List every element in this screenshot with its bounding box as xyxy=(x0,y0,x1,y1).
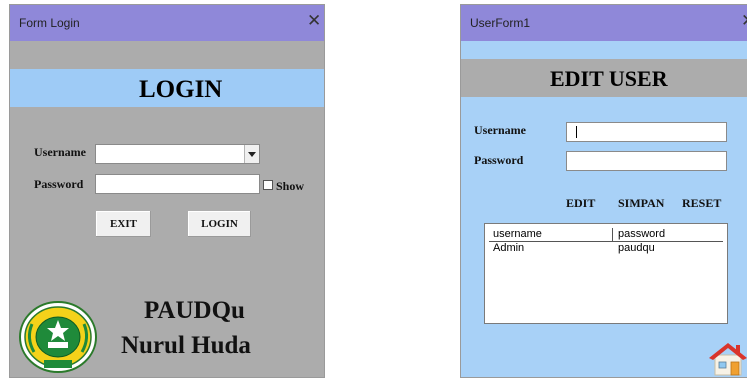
username-label: Username xyxy=(474,123,526,137)
reset-button[interactable]: RESET xyxy=(682,196,721,211)
exit-button-label: EXIT xyxy=(110,218,137,230)
save-button[interactable]: SIMPAN xyxy=(618,196,664,211)
user-header-title: EDIT USER xyxy=(550,66,668,91)
login-button-label: LOGIN xyxy=(201,218,238,230)
column-divider xyxy=(612,228,613,241)
list-header: username password xyxy=(489,228,723,242)
password-label: Password xyxy=(34,177,84,191)
user-listbox[interactable]: username password Admin paudqu xyxy=(484,223,728,324)
user-window: UserForm1 ✕ EDIT USER Username Password … xyxy=(460,4,747,378)
login-titlebar: Form Login ✕ xyxy=(10,5,324,41)
close-icon[interactable]: ✕ xyxy=(307,12,321,29)
list-item-password: paudqu xyxy=(618,242,655,254)
brand-line-1: PAUDQu xyxy=(144,297,245,324)
chevron-down-icon xyxy=(248,152,256,157)
edit-button[interactable]: EDIT xyxy=(566,196,595,211)
user-header-band: EDIT USER xyxy=(461,59,747,97)
close-icon[interactable]: ✕ xyxy=(741,12,747,29)
login-button[interactable]: LOGIN xyxy=(187,210,252,238)
dropdown-button[interactable] xyxy=(244,145,259,163)
password-label: Password xyxy=(474,153,524,167)
login-window-title: Form Login xyxy=(19,16,80,30)
username-input[interactable] xyxy=(566,122,727,142)
brand-line-2: Nurul Huda xyxy=(121,332,251,359)
column-header-password: password xyxy=(618,228,666,240)
exit-button[interactable]: EXIT xyxy=(95,210,152,238)
user-window-title: UserForm1 xyxy=(470,16,531,30)
text-cursor xyxy=(576,126,577,138)
login-window: Form Login ✕ LOGIN Username Password Sho… xyxy=(9,4,325,378)
home-icon[interactable] xyxy=(707,339,747,377)
login-header-title: LOGIN xyxy=(139,76,223,103)
username-label: Username xyxy=(34,145,86,159)
column-header-username: username xyxy=(493,228,542,240)
list-item-username: Admin xyxy=(493,242,525,254)
password-field[interactable] xyxy=(95,174,260,194)
list-item[interactable]: Admin paudqu xyxy=(489,242,723,255)
show-password-label[interactable]: Show xyxy=(276,179,304,194)
school-emblem-icon xyxy=(18,300,98,374)
username-combobox[interactable] xyxy=(95,144,260,164)
show-password-checkbox[interactable] xyxy=(263,180,273,190)
login-header-band: LOGIN xyxy=(10,69,324,107)
password-input[interactable] xyxy=(566,151,727,171)
user-titlebar: UserForm1 ✕ xyxy=(461,5,747,41)
